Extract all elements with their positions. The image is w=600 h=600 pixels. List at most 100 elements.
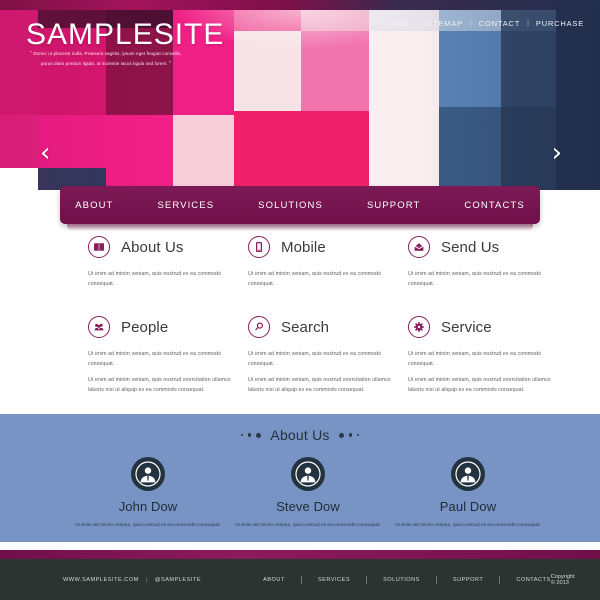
mosaic-tile — [0, 115, 38, 168]
webpage-template: SAMPLESITE “ Donec ut placerat nulla. Pr… — [0, 0, 600, 600]
topnav-item-home[interactable]: HOME — [383, 19, 409, 28]
team-member-name: John Dow — [118, 499, 178, 514]
service-header: Mobile — [248, 232, 408, 262]
nav-item-about[interactable]: ABOUT — [53, 200, 135, 211]
mosaic-tile — [234, 31, 301, 111]
service-title: About Us — [121, 238, 184, 256]
service-description: Ut enim ad minim veniam, quis nostrud ex… — [408, 351, 542, 368]
team-member-description: Ut enim ad minim veniam, quis nostrud ex… — [395, 523, 541, 528]
team-section-title: About Us — [270, 427, 330, 443]
team-member-description: Ut enim ad minim veniam, quis nostrud ex… — [75, 523, 221, 528]
slider-prev-arrow-icon[interactable]: ‹ — [40, 140, 50, 166]
topnav-item-contact[interactable]: CONTACT — [479, 19, 520, 28]
footer-social-handle[interactable]: @SAMPLESITE — [155, 577, 201, 583]
main-navigation-wrapper: ABOUT SERVICES SOLUTIONS SUPPORT CONTACT… — [60, 186, 540, 231]
service-description-secondary: Ut enim ad minim veniam, quis nostrud ex… — [408, 377, 551, 394]
topnav-item-purchase[interactable]: PURCHASE — [536, 19, 584, 28]
team-member-name: Paul Dow — [439, 499, 497, 514]
service-title: People — [121, 318, 169, 336]
tagline-text: Donec ut placerat nulla. Praesent sagitt… — [33, 51, 182, 66]
service-body: Ut enim ad minim veniam, quis nostrud ex… — [88, 269, 248, 289]
footer-copyright: Copyright © 2013 — [550, 573, 575, 586]
nav-item-support[interactable]: SUPPORT — [345, 200, 442, 211]
mosaic-tile — [501, 107, 556, 190]
avatar — [451, 457, 485, 491]
service-description: Ut enim ad minim veniam, quis nostrud ex… — [248, 271, 382, 288]
mosaic-tile — [556, 10, 600, 190]
service-title: Send Us — [441, 238, 500, 256]
mosaic-tile — [439, 31, 501, 107]
mosaic-tile — [301, 31, 369, 111]
team-member-card[interactable]: Paul Dow Ut enim ad minim veniam, quis n… — [388, 457, 548, 531]
services-row-top: About Us Ut enim ad minim veniam, quis n… — [0, 232, 600, 289]
team-member-description: Ut enim ad minim veniam, quis nostrud ex… — [235, 523, 381, 528]
mosaic-tile — [106, 115, 173, 190]
main-navigation: ABOUT SERVICES SOLUTIONS SUPPORT CONTACT… — [60, 186, 540, 224]
mosaic-tile — [301, 111, 369, 190]
footer-nav-item-support[interactable]: SUPPORT — [453, 577, 483, 583]
footer-navigation: ABOUT SERVICES SOLUTIONS SUPPORT CONTACT… — [263, 575, 551, 584]
service-header: Search — [248, 312, 408, 342]
gear-settings-icon — [408, 316, 430, 338]
slider-next-arrow-icon[interactable]: › — [552, 140, 562, 166]
footer-nav-item-services[interactable]: SERVICES — [318, 577, 350, 583]
service-body: Ut enim ad minim veniam, quis nostrud ex… — [408, 349, 568, 396]
nav-item-contacts[interactable]: CONTACTS — [442, 200, 546, 211]
site-logo[interactable]: SAMPLESITE — [26, 18, 224, 52]
footer-nav-item-solutions[interactable]: SOLUTIONS — [383, 577, 420, 583]
footer-brand: WWW.SAMPLESITE.COM | @SAMPLESITE — [63, 577, 201, 583]
top-navigation: HOME | SITEMAP | CONTACT | PURCHASE — [383, 19, 584, 28]
mosaic-tile — [369, 31, 439, 190]
service-card-search[interactable]: Search Ut enim ad minim veniam, quis nos… — [248, 312, 408, 396]
mosaic-tile — [501, 31, 556, 107]
team-member-card[interactable]: Steve Dow Ut enim ad minim veniam, quis … — [228, 457, 388, 531]
service-card-mobile[interactable]: Mobile Ut enim ad minim veniam, quis nos… — [248, 232, 408, 289]
team-members-row: John Dow Ut enim ad minim veniam, quis n… — [0, 457, 600, 531]
service-header: People — [88, 312, 248, 342]
topnav-item-sitemap[interactable]: SITEMAP — [424, 19, 463, 28]
service-description-secondary: Ut enim ad minim veniam, quis nostrud ex… — [88, 377, 231, 394]
service-description: Ut enim ad minim veniam, quis nostrud ex… — [88, 351, 222, 368]
service-card-people[interactable]: People Ut enim ad minim veniam, quis nos… — [88, 312, 248, 396]
people-group-icon — [88, 316, 110, 338]
service-title: Service — [441, 318, 492, 336]
footer-nav-divider — [499, 575, 501, 584]
team-member-card[interactable]: John Dow Ut enim ad minim veniam, quis n… — [68, 457, 228, 531]
service-description: Ut enim ad minim veniam, quis nostrud ex… — [88, 271, 222, 288]
topnav-separator: | — [415, 20, 418, 27]
service-card-about-us[interactable]: About Us Ut enim ad minim veniam, quis n… — [88, 232, 248, 289]
dot-large-icon — [256, 432, 262, 438]
service-header: Service — [408, 312, 568, 342]
dot-small-icon — [240, 434, 243, 436]
footer-nav-item-about[interactable]: ABOUT — [263, 577, 285, 583]
service-description: Ut enim ad minim veniam, quis nostrud ex… — [248, 351, 382, 368]
footer-nav-divider — [366, 575, 368, 584]
mosaic-tile — [439, 107, 501, 190]
services-section: About Us Ut enim ad minim veniam, quis n… — [0, 232, 600, 410]
mobile-phone-icon — [248, 236, 270, 258]
service-card-send-us[interactable]: Send Us Ut enim ad minim veniam, quis no… — [408, 232, 568, 289]
avatar — [131, 457, 165, 491]
nav-item-services[interactable]: SERVICES — [135, 200, 236, 211]
decorative-dots-left — [240, 432, 262, 438]
service-body: Ut enim ad minim veniam, quis nostrud ex… — [248, 269, 408, 289]
service-body: Ut enim ad minim veniam, quis nostrud ex… — [408, 269, 568, 289]
dot-large-icon — [338, 432, 344, 438]
nav-item-solutions[interactable]: SOLUTIONS — [236, 200, 345, 211]
service-title: Mobile — [281, 238, 326, 256]
mosaic-tile — [173, 115, 234, 190]
quote-open-mark: “ — [30, 51, 33, 57]
decorative-dots-right — [338, 432, 360, 438]
footer-website[interactable]: WWW.SAMPLESITE.COM — [63, 577, 139, 583]
service-title: Search — [281, 318, 330, 336]
mosaic-tile — [301, 10, 369, 31]
search-magnifier-icon — [248, 316, 270, 338]
footer-nav-item-contacts[interactable]: CONTACTS — [516, 577, 550, 583]
book-icon — [88, 236, 110, 258]
service-card-service[interactable]: Service Ut enim ad minim veniam, quis no… — [408, 312, 568, 396]
team-heading-row: About Us — [0, 414, 600, 443]
footer-accent-strip — [0, 550, 600, 559]
service-description-secondary: Ut enim ad minim veniam, quis nostrud ex… — [248, 377, 391, 394]
hero-banner: SAMPLESITE “ Donec ut placerat nulla. Pr… — [0, 0, 600, 190]
footer-white-strip — [0, 542, 600, 550]
